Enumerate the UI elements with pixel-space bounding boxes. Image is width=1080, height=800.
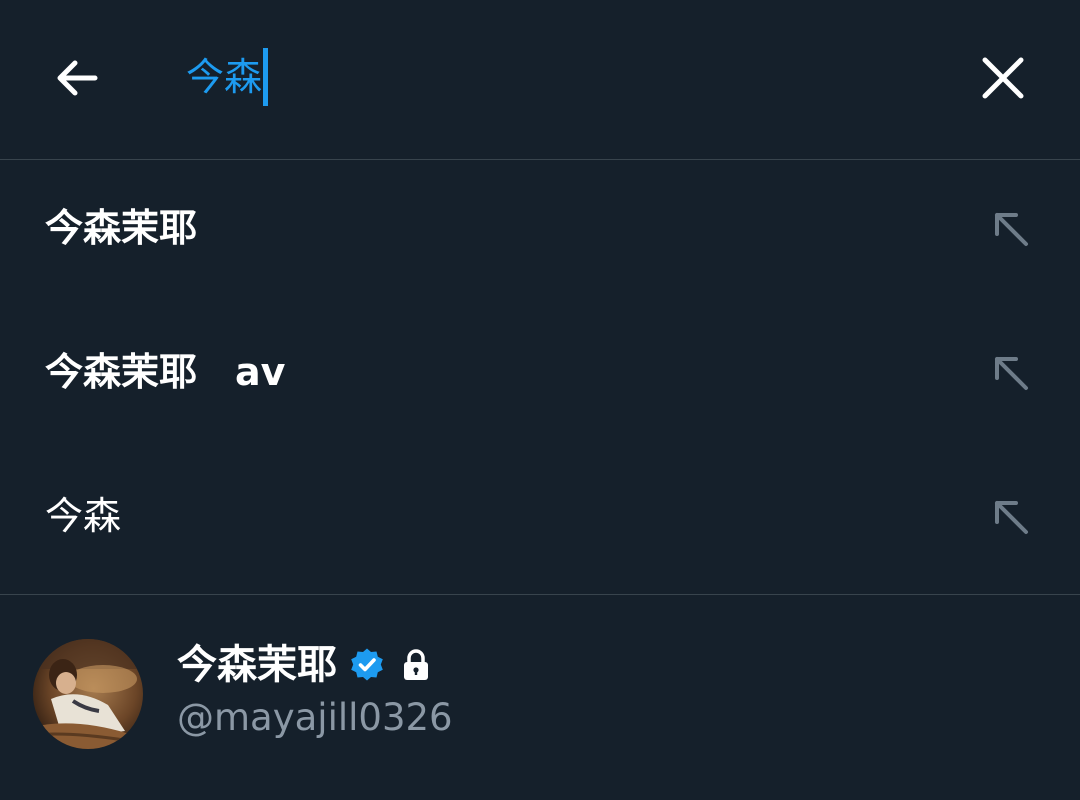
text-cursor <box>263 48 269 106</box>
close-icon <box>982 57 1024 99</box>
search-field[interactable]: 今森 <box>186 44 269 110</box>
lock-icon <box>404 649 428 680</box>
suggestion-text: 今森茉耶 <box>45 206 198 250</box>
search-screen: 今森 今森茉耶 今森茉耶 av 今森 今森茉耶 @mayajill0326 <box>0 0 1080 800</box>
user-result-row[interactable]: 今森茉耶 @mayajill0326 <box>0 596 1080 800</box>
avatar[interactable] <box>33 639 143 749</box>
arrow-up-left-icon[interactable] <box>988 206 1032 250</box>
back-button[interactable] <box>46 47 108 109</box>
search-suggestions: 今森茉耶 今森茉耶 av 今森 <box>0 160 1080 595</box>
suggestion-text: 今森茉耶 av <box>45 350 286 394</box>
user-name-row: 今森茉耶 <box>177 638 431 692</box>
search-header: 今森 <box>0 0 1080 160</box>
user-display-name: 今森茉耶 <box>177 642 337 688</box>
suggestion-text: 今森 <box>45 494 122 538</box>
search-input[interactable]: 今森 <box>186 44 262 110</box>
arrow-up-left-icon[interactable] <box>988 350 1032 394</box>
profile-photo <box>33 639 143 749</box>
clear-search-button[interactable] <box>972 47 1034 109</box>
suggestion-item[interactable]: 今森茉耶 av <box>0 304 1080 448</box>
suggestion-item[interactable]: 今森 <box>0 448 1080 592</box>
arrow-left-icon <box>57 60 98 96</box>
suggestion-item[interactable]: 今森茉耶 <box>0 160 1080 304</box>
verified-badge-icon <box>351 648 383 681</box>
user-handle: @mayajill0326 <box>177 696 453 739</box>
arrow-up-left-icon[interactable] <box>988 494 1032 538</box>
